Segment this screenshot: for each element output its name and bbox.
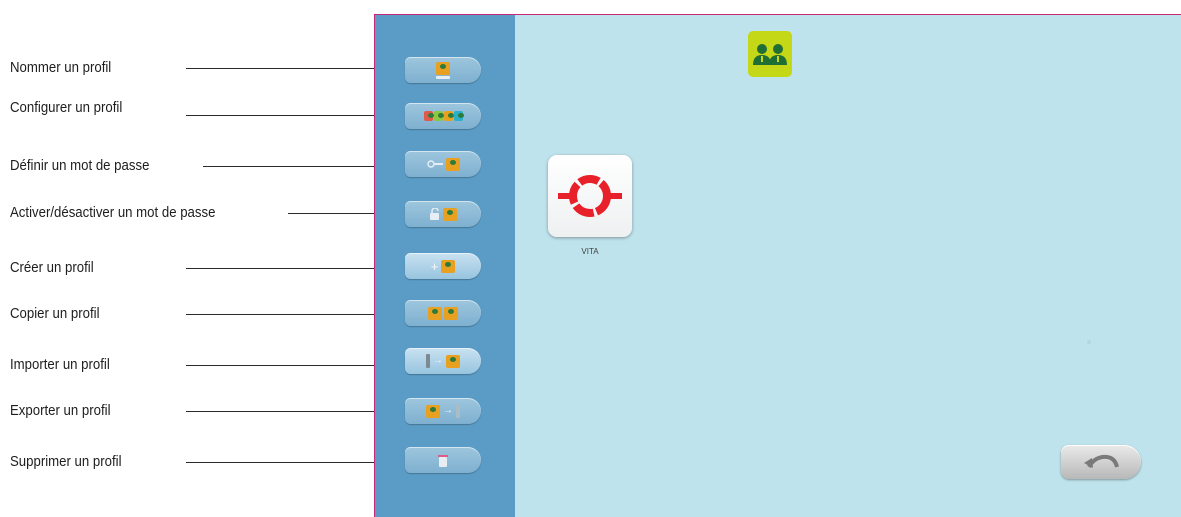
create-profile-button[interactable]: + xyxy=(405,253,481,279)
sidebar: + → → xyxy=(375,15,515,517)
delete-profile-button[interactable] xyxy=(405,447,481,473)
export-profile-icon: → xyxy=(426,404,460,418)
device-screen: + → → VITA xyxy=(374,14,1181,517)
leader-line xyxy=(186,462,404,463)
callout-create-profile: Créer un profil xyxy=(10,259,94,276)
callout-import-profile: Importer un profil xyxy=(10,356,110,373)
toggle-password-icon xyxy=(429,207,457,221)
set-password-button[interactable] xyxy=(405,151,481,177)
callout-toggle-password: Activer/désactiver un mot de passe xyxy=(10,204,216,221)
create-profile-icon: + xyxy=(431,259,456,273)
leader-line xyxy=(186,365,404,366)
leader-line xyxy=(186,411,404,412)
vita-profile-label: VITA xyxy=(581,247,599,256)
callout-delete-profile: Supprimer un profil xyxy=(10,453,122,470)
back-arrow-icon xyxy=(1084,454,1119,469)
callout-export-profile: Exporter un profil xyxy=(10,402,111,419)
configure-profile-button[interactable] xyxy=(405,103,481,129)
configure-profile-icon xyxy=(423,111,464,121)
callout-copy-profile: Copier un profil xyxy=(10,305,100,322)
leader-line xyxy=(186,115,404,116)
export-profile-button[interactable]: → xyxy=(405,398,481,424)
import-profile-button[interactable]: → xyxy=(405,348,481,374)
vita-logo-icon xyxy=(558,175,622,217)
copy-profile-icon xyxy=(428,306,458,320)
back-button[interactable] xyxy=(1061,445,1141,479)
toggle-password-button[interactable] xyxy=(405,201,481,227)
delete-profile-icon xyxy=(437,453,449,467)
copy-profile-button[interactable] xyxy=(405,300,481,326)
name-profile-icon xyxy=(436,61,450,79)
callout-set-password: Définir un mot de passe xyxy=(10,157,150,174)
callout-configure-profile: Configurer un profil xyxy=(10,99,123,116)
callout-name-profile: Nommer un profil xyxy=(10,59,112,76)
vita-profile-tile[interactable] xyxy=(548,155,632,237)
name-profile-button[interactable] xyxy=(405,57,481,83)
set-password-icon xyxy=(426,157,460,171)
profiles-icon xyxy=(748,31,792,77)
import-profile-icon: → xyxy=(426,354,460,368)
screen-speck xyxy=(1087,340,1091,344)
